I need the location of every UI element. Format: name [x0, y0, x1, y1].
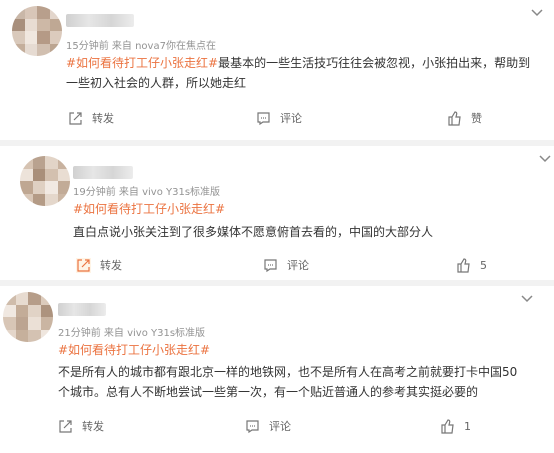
username-redacted[interactable] — [73, 166, 133, 179]
repost-icon — [76, 257, 91, 273]
comment-body: 直白点说小张关注到了很多媒体不愿意俯首去看的，中国的大部分人 — [73, 225, 434, 239]
like-button[interactable]: 5 — [456, 254, 487, 276]
comment-icon — [257, 111, 270, 125]
like-icon — [448, 110, 461, 126]
comment-meta: 19分钟前 来自 vivo Y31s标准版 — [73, 187, 221, 198]
comment-button[interactable]: 评论 — [256, 107, 302, 129]
topic-link[interactable]: #如何看待打工仔小张走红# — [73, 202, 225, 216]
repost-button[interactable]: 转发 — [76, 254, 122, 276]
chevron-down-icon[interactable] — [520, 294, 534, 304]
comment-body: 不是所有人的城市都有跟北京一样的地铁网，也不是所有人在高考之前就要打卡中国50 … — [58, 365, 518, 399]
topic-link[interactable]: #如何看待打工仔小张走红# — [66, 56, 218, 70]
username-redacted[interactable] — [66, 14, 134, 27]
comment-meta: 15分钟前 来自 nova7你在焦点在 — [66, 41, 216, 52]
comment-text: #如何看待打工仔小张走红#最基本的一些生活技巧往往会被忽视，小张拍出来，帮助到一… — [66, 53, 546, 93]
comment-text: #如何看待打工仔小张走红# — [73, 199, 543, 219]
comment-text: #如何看待打工仔小张走红# — [58, 340, 538, 360]
comment-icon — [264, 258, 277, 272]
topic-link[interactable]: #如何看待打工仔小张走红# — [58, 343, 210, 357]
chevron-down-icon[interactable] — [538, 154, 552, 164]
comment-button[interactable]: 评论 — [245, 415, 291, 437]
like-button[interactable]: 赞 — [447, 107, 482, 129]
like-icon — [441, 418, 454, 434]
chevron-down-icon[interactable] — [530, 8, 544, 18]
repost-icon — [69, 111, 82, 125]
like-button[interactable]: 1 — [440, 415, 471, 437]
username-redacted[interactable] — [58, 303, 106, 316]
avatar[interactable] — [3, 292, 53, 342]
comment-card: 21分钟前 来自 vivo Y31s标准版 #如何看待打工仔小张走红# 不是所有… — [0, 286, 554, 453]
action-bar: 转发 评论 1 — [0, 415, 554, 437]
action-bar: 转发 评论 赞 — [0, 107, 554, 129]
comment-card: 15分钟前 来自 nova7你在焦点在 #如何看待打工仔小张走红#最基本的一些生… — [0, 0, 554, 140]
repost-icon — [59, 419, 72, 433]
avatar[interactable] — [20, 156, 70, 206]
comment-body-line2: 一些初入社会的人群，所以她走红 — [66, 76, 247, 90]
comment-card: 19分钟前 来自 vivo Y31s标准版 #如何看待打工仔小张走红# 直白点说… — [0, 146, 554, 280]
repost-button[interactable]: 转发 — [58, 415, 104, 437]
comment-icon — [246, 419, 259, 433]
comment-body: 最基本的一些生活技巧往往会被忽视，小张拍出来，帮助到 — [218, 56, 531, 70]
repost-button[interactable]: 转发 — [68, 107, 114, 129]
like-icon — [457, 257, 470, 273]
comment-button[interactable]: 评论 — [263, 254, 309, 276]
avatar[interactable] — [12, 6, 62, 56]
action-bar: 转发 评论 5 — [0, 254, 554, 276]
comment-meta: 21分钟前 来自 vivo Y31s标准版 — [58, 328, 206, 339]
